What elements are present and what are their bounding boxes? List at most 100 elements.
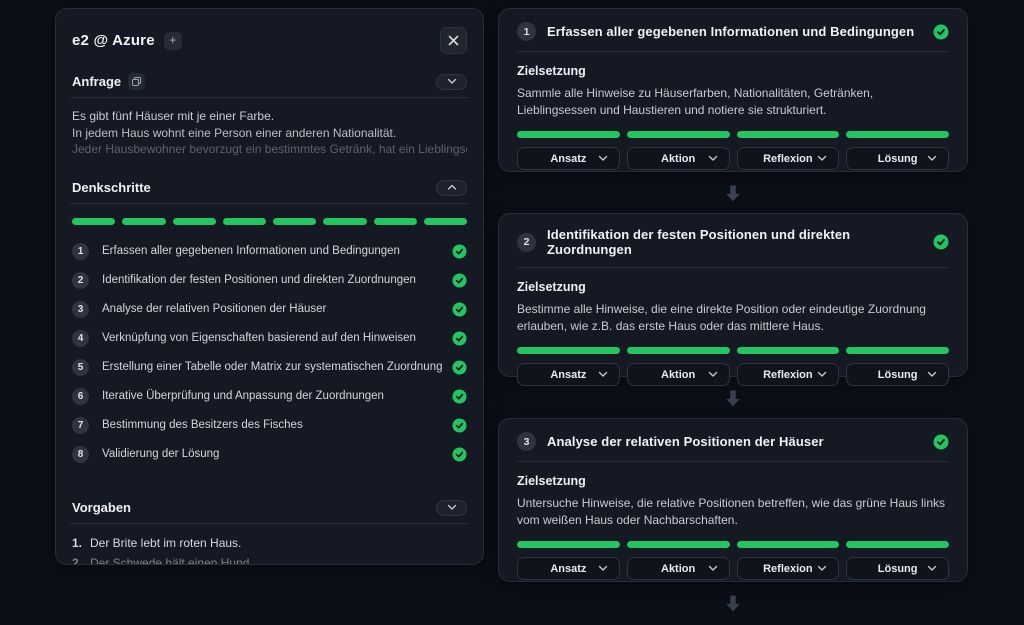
loesung-dropdown[interactable]: Lösung bbox=[846, 557, 949, 580]
reflexion-dropdown[interactable]: Reflexion bbox=[737, 147, 840, 170]
step-number-badge: 1 bbox=[517, 22, 536, 41]
steps-progress-bar bbox=[70, 218, 469, 225]
divider bbox=[517, 51, 949, 52]
ansatz-dropdown[interactable]: Ansatz bbox=[517, 557, 620, 580]
progress-segment bbox=[323, 218, 366, 225]
aktion-dropdown[interactable]: Aktion bbox=[627, 363, 730, 386]
objective-heading: Zielsetzung bbox=[517, 280, 949, 294]
step-row-4[interactable]: 4 Verknüpfung von Eigenschaften basieren… bbox=[72, 324, 467, 353]
progress-segment bbox=[517, 541, 620, 548]
step-row-7[interactable]: 7 Bestimmung des Besitzers des Fisches bbox=[72, 411, 467, 440]
divider bbox=[70, 203, 469, 204]
step-number-badge: 2 bbox=[72, 272, 89, 289]
progress-segment bbox=[273, 218, 316, 225]
objective-heading: Zielsetzung bbox=[517, 64, 949, 78]
progress-segment bbox=[517, 131, 620, 138]
step-card-3: 3 Analyse der relativen Positionen der H… bbox=[498, 418, 968, 582]
denkschritte-section-header: Denkschritte bbox=[70, 180, 469, 196]
phase-buttons: Ansatz Aktion Reflexion Lösung bbox=[517, 147, 949, 170]
reflexion-dropdown[interactable]: Reflexion bbox=[737, 363, 840, 386]
chevron-down-icon bbox=[708, 371, 718, 378]
anfrage-line: Es gibt fünf Häuser mit je einer Farbe. bbox=[72, 108, 467, 125]
check-icon bbox=[452, 360, 467, 375]
anfrage-heading: Anfrage bbox=[72, 74, 121, 89]
step-title: Analyse der relativen Positionen der Häu… bbox=[547, 434, 824, 449]
divider bbox=[70, 523, 469, 524]
progress-segment bbox=[424, 218, 467, 225]
step-number-badge: 2 bbox=[517, 233, 536, 252]
ansatz-dropdown[interactable]: Ansatz bbox=[517, 363, 620, 386]
ansatz-dropdown[interactable]: Ansatz bbox=[517, 147, 620, 170]
vorgabe-item-1: 1. Der Brite lebt im roten Haus. bbox=[72, 533, 467, 553]
anfrage-line: In jedem Haus wohnt eine Person einer an… bbox=[72, 125, 467, 142]
anfrage-collapse-button[interactable] bbox=[436, 74, 467, 90]
phase-progress-bars bbox=[517, 347, 949, 354]
aktion-dropdown[interactable]: Aktion bbox=[627, 147, 730, 170]
thinking-panel: e2 @ Azure + Anfrage Es gibt fünf Häuser… bbox=[55, 8, 484, 565]
step-card-1: 1 Erfassen aller gegebenen Informationen… bbox=[498, 8, 968, 172]
chevron-down-icon bbox=[927, 565, 937, 572]
objective-heading: Zielsetzung bbox=[517, 474, 949, 488]
copy-icon[interactable] bbox=[128, 73, 145, 90]
progress-segment bbox=[846, 541, 949, 548]
denkschritte-collapse-button[interactable] bbox=[436, 180, 467, 196]
panel-header: e2 @ Azure + bbox=[70, 23, 469, 54]
progress-segment bbox=[374, 218, 417, 225]
progress-segment bbox=[846, 131, 949, 138]
objective-text: Untersuche Hinweise, die relative Positi… bbox=[517, 495, 949, 529]
loesung-dropdown[interactable]: Lösung bbox=[846, 363, 949, 386]
progress-segment bbox=[627, 541, 730, 548]
step-row-8[interactable]: 8 Validierung der Lösung bbox=[72, 440, 467, 469]
step-row-3[interactable]: 3 Analyse der relativen Positionen der H… bbox=[72, 295, 467, 324]
chevron-down-icon bbox=[817, 155, 827, 162]
check-icon bbox=[933, 24, 949, 40]
step-row-5[interactable]: 5 Erstellung einer Tabelle oder Matrix z… bbox=[72, 353, 467, 382]
check-icon bbox=[933, 434, 949, 450]
step-row-6[interactable]: 6 Iterative Überprüfung und Anpassung de… bbox=[72, 382, 467, 411]
phase-progress-bars bbox=[517, 541, 949, 548]
progress-segment bbox=[737, 347, 840, 354]
loesung-dropdown[interactable]: Lösung bbox=[846, 147, 949, 170]
chevron-down-icon bbox=[447, 504, 457, 511]
step-number-badge: 8 bbox=[72, 446, 89, 463]
chevron-down-icon bbox=[598, 371, 608, 378]
step-title: Erfassen aller gegebenen Informationen u… bbox=[547, 24, 914, 39]
denkschritte-heading: Denkschritte bbox=[72, 180, 151, 195]
step-number-badge: 4 bbox=[72, 330, 89, 347]
chevron-down-icon bbox=[708, 565, 718, 572]
step-row-1[interactable]: 1 Erfassen aller gegebenen Informationen… bbox=[72, 237, 467, 266]
step-card-2: 2 Identifikation der festen Positionen u… bbox=[498, 213, 968, 377]
denkschritte-list: 1 Erfassen aller gegebenen Informationen… bbox=[70, 237, 469, 469]
progress-segment bbox=[223, 218, 266, 225]
chevron-down-icon bbox=[817, 565, 827, 572]
progress-segment bbox=[846, 347, 949, 354]
check-icon bbox=[452, 389, 467, 404]
check-icon bbox=[452, 331, 467, 346]
progress-segment bbox=[737, 131, 840, 138]
step-row-2[interactable]: 2 Identifikation der festen Positionen u… bbox=[72, 266, 467, 295]
arrow-down-icon bbox=[722, 592, 744, 614]
vorgabe-item-2: 2. Der Schwede hält einen Hund. bbox=[72, 553, 467, 566]
check-icon bbox=[933, 234, 949, 250]
close-button[interactable] bbox=[440, 27, 467, 54]
vorgaben-collapse-button[interactable] bbox=[436, 500, 467, 516]
vorgaben-section-header: Vorgaben bbox=[70, 500, 469, 516]
aktion-dropdown[interactable]: Aktion bbox=[627, 557, 730, 580]
step-title: Identifikation der festen Positionen und… bbox=[547, 227, 922, 257]
progress-segment bbox=[517, 347, 620, 354]
chevron-down-icon bbox=[927, 155, 937, 162]
card-header: 1 Erfassen aller gegebenen Informationen… bbox=[517, 22, 949, 41]
anfrage-section-header: Anfrage bbox=[70, 73, 469, 90]
phase-buttons: Ansatz Aktion Reflexion Lösung bbox=[517, 557, 949, 580]
objective-text: Bestimme alle Hinweise, die eine direkte… bbox=[517, 301, 949, 335]
reflexion-dropdown[interactable]: Reflexion bbox=[737, 557, 840, 580]
chevron-down-icon bbox=[708, 155, 718, 162]
step-number-badge: 3 bbox=[517, 432, 536, 451]
progress-segment bbox=[72, 218, 115, 225]
step-number-badge: 5 bbox=[72, 359, 89, 376]
anfrage-line: Jeder Hausbewohner bevorzugt ein bestimm… bbox=[72, 141, 467, 158]
steps-detail-column: 1 Erfassen aller gegebenen Informationen… bbox=[498, 8, 968, 623]
add-button[interactable]: + bbox=[164, 32, 182, 50]
panel-title: e2 @ Azure bbox=[72, 32, 155, 49]
check-icon bbox=[452, 418, 467, 433]
